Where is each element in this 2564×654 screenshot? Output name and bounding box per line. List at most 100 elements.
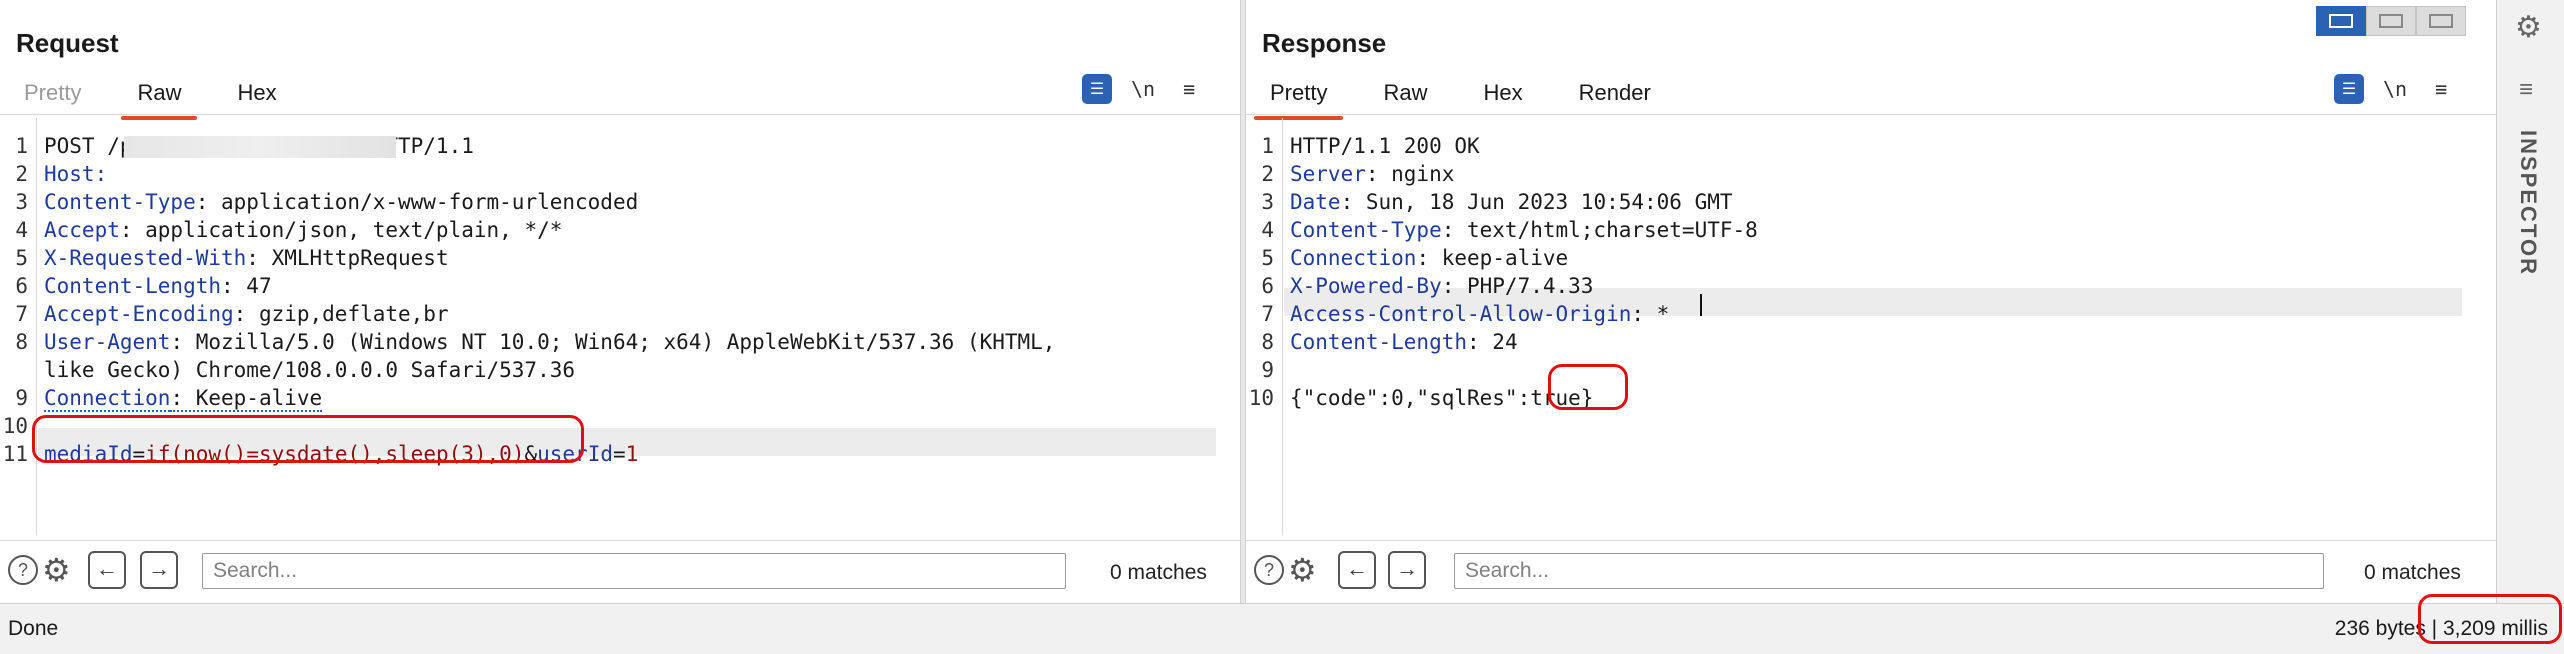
settings-gear-icon[interactable]: ⚙: [1288, 553, 1317, 587]
code-line[interactable]: 5 X-Requested-With: XMLHttpRequest: [0, 244, 1240, 272]
code-line[interactable]: 9: [1246, 356, 2496, 384]
code-token: : PHP/7.4.33: [1441, 274, 1594, 298]
code-token: 1: [625, 442, 639, 466]
code-line[interactable]: 3 Content-Type: application/x-www-form-ur…: [0, 188, 1240, 216]
line-text: Content-Type: application/x-www-form-url…: [44, 188, 638, 216]
status-text: Done: [8, 617, 59, 640]
code-token: User-Agent: [44, 330, 171, 354]
line-number: 2: [1261, 162, 1274, 186]
code-line[interactable]: 6 Content-Length: 47: [0, 272, 1240, 300]
word-wrap-icon[interactable]: ☰: [2334, 74, 2364, 104]
response-match-count: 0 matches: [2364, 561, 2461, 584]
code-line[interactable]: 7 Access-Control-Allow-Origin: *: [1246, 300, 2496, 328]
code-line[interactable]: 4 Accept: application/json, text/plain, *…: [0, 216, 1240, 244]
code-line[interactable]: 10 {"code":0,"sqlRes":true}: [1246, 384, 2496, 412]
word-wrap-icon[interactable]: ☰: [1082, 74, 1112, 104]
request-search-bar: ? ⚙ ← → 0 matches: [0, 540, 1240, 601]
tab-raw[interactable]: Raw: [121, 72, 198, 120]
code-token: : keep-alive: [1416, 246, 1569, 270]
code-token: Host:: [44, 162, 108, 186]
line-number: 6: [15, 274, 28, 298]
code-token: Date: [1290, 190, 1341, 214]
line-number: 3: [1261, 190, 1274, 214]
code-line[interactable]: 2 Server: nginx: [1246, 160, 2496, 188]
line-number: 7: [15, 302, 28, 326]
tab-render[interactable]: Render: [1579, 72, 1651, 114]
code-line[interactable]: like Gecko) Chrome/108.0.0.0 Safari/537.…: [0, 356, 1240, 384]
line-text: like Gecko) Chrome/108.0.0.0 Safari/537.…: [44, 356, 575, 384]
tab-hex[interactable]: Hex: [237, 72, 276, 114]
code-token: Connection: [44, 386, 171, 412]
filter-lines-icon[interactable]: ≡: [2519, 76, 2533, 104]
code-token: X-Powered-By: [1290, 274, 1442, 298]
line-number: 1: [15, 134, 28, 158]
code-token: : application/x-www-form-urlencoded: [195, 190, 639, 214]
line-number: 10: [2, 414, 28, 438]
line-text: X-Powered-By: PHP/7.4.33: [1290, 272, 1593, 300]
code-token: : 24: [1467, 330, 1518, 354]
annotation-box-payload: [32, 415, 584, 463]
tab-pretty[interactable]: Pretty: [1253, 72, 1345, 120]
code-line[interactable]: 4 Content-Type: text/html;charset=UTF-8: [1246, 216, 2496, 244]
single-pane-layout-icon[interactable]: [2416, 6, 2466, 36]
settings-gear-icon[interactable]: ⚙: [2515, 10, 2542, 45]
code-token: Content-Type: [1290, 218, 1442, 242]
newline-toggle[interactable]: \n: [1128, 74, 1158, 104]
help-icon[interactable]: ?: [8, 555, 38, 585]
line-number: 4: [1261, 218, 1274, 242]
code-line[interactable]: 1 HTTP/1.1 200 OK: [1246, 132, 2496, 160]
stacked-layout-icon[interactable]: [2366, 6, 2416, 36]
code-line[interactable]: 8 User-Agent: Mozilla/5.0 (Windows NT 10.…: [0, 328, 1240, 356]
code-token: X-Requested-With: [44, 246, 247, 270]
divider: [1246, 114, 2496, 115]
help-icon[interactable]: ?: [1254, 555, 1284, 585]
status-bar: Done 236 bytes | 3,209 millis: [0, 594, 2564, 654]
side-by-side-layout-icon[interactable]: [2316, 6, 2366, 36]
next-match-button[interactable]: →: [140, 551, 178, 589]
request-search-input[interactable]: [202, 553, 1066, 589]
line-number: 9: [15, 386, 28, 410]
line-text: Host:: [44, 160, 107, 188]
menu-icon[interactable]: ≡: [1174, 74, 1204, 104]
line-number: 5: [1261, 246, 1274, 270]
previous-match-button[interactable]: ←: [88, 551, 126, 589]
code-line[interactable]: 8 Content-Length: 24: [1246, 328, 2496, 356]
code-line[interactable]: 2 Host:: [0, 160, 1240, 188]
line-number: 10: [1248, 386, 1274, 410]
code-token: : Mozilla/5.0 (Windows NT 10.0; Win64; x…: [170, 330, 1056, 354]
line-text: Server: nginx: [1290, 160, 1454, 188]
code-token: Accept: [44, 218, 120, 242]
code-line[interactable]: 3 Date: Sun, 18 Jun 2023 10:54:06 GMT: [1246, 188, 2496, 216]
menu-icon[interactable]: ≡: [2426, 74, 2456, 104]
code-token: Server: [1290, 162, 1366, 186]
line-number: 1: [1261, 134, 1274, 158]
code-token: Content-Type: [44, 190, 196, 214]
code-line[interactable]: 5 Connection: keep-alive: [1246, 244, 2496, 272]
next-match-button[interactable]: →: [1388, 551, 1426, 589]
code-token: : gzip,deflate,br: [233, 302, 449, 326]
code-token: : nginx: [1365, 162, 1455, 186]
code-token: : XMLHttpRequest: [246, 246, 449, 270]
previous-match-button[interactable]: ←: [1338, 551, 1376, 589]
tab-raw[interactable]: Raw: [1383, 72, 1427, 114]
settings-gear-icon[interactable]: ⚙: [42, 553, 71, 587]
code-line[interactable]: 7 Accept-Encoding: gzip,deflate,br: [0, 300, 1240, 328]
code-token: Connection: [1290, 246, 1417, 270]
code-line[interactable]: 9 Connection: Keep-alive: [0, 384, 1240, 412]
response-editor[interactable]: 1 HTTP/1.1 200 OK 2 Server: nginx 3 Date: Sun…: [1246, 118, 2496, 535]
inspector-label[interactable]: INSPECTOR: [2515, 130, 2541, 276]
request-editor[interactable]: 1POST /php/history/add.php HTTP/1.12Host…: [0, 118, 1240, 535]
response-title: Response: [1262, 28, 1387, 58]
tab-pretty[interactable]: Pretty: [24, 72, 81, 114]
tab-hex[interactable]: Hex: [1483, 72, 1522, 114]
code-token: HTTP/1.1 200 OK: [1290, 134, 1480, 158]
annotation-box-timing: [2418, 594, 2562, 644]
response-search-input[interactable]: [1454, 553, 2324, 589]
inspector-sidebar[interactable]: ⚙ ≡ INSPECTOR: [2496, 0, 2564, 603]
code-line[interactable]: 6 X-Powered-By: PHP/7.4.33: [1246, 272, 2496, 300]
code-token: : application/json, text/plain, */*: [119, 218, 563, 242]
text-cursor: [1700, 294, 1702, 316]
line-number: 2: [15, 162, 28, 186]
line-text: HTTP/1.1 200 OK: [1290, 132, 1480, 160]
newline-toggle[interactable]: \n: [2380, 74, 2410, 104]
